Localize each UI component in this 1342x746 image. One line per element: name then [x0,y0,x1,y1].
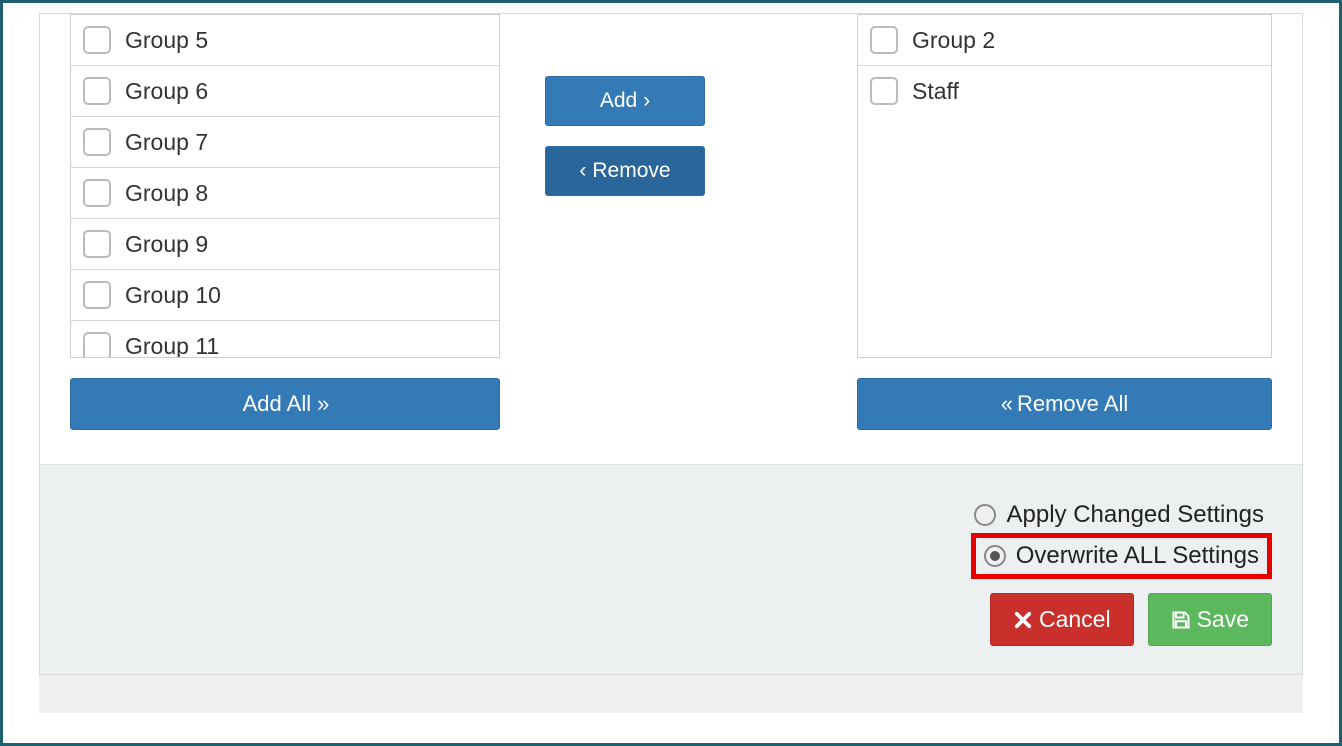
cancel-button[interactable]: Cancel [990,593,1134,646]
save-label: Save [1197,606,1249,633]
checkbox-icon[interactable] [870,26,898,54]
overwrite-all-radio[interactable]: Overwrite ALL Settings [971,533,1272,579]
close-icon [1013,610,1033,630]
chevron-right-icon: › [643,89,650,113]
remove-all-label: Remove All [1017,391,1128,417]
inner-panel: Group 5 Group 6 Group 7 Group 8 Group 9 Group… [39,13,1303,675]
checkbox-icon[interactable] [870,77,898,105]
checkbox-icon[interactable] [83,281,111,309]
list-item[interactable]: Group 2 [858,15,1271,66]
list-item[interactable]: Group 9 [71,219,499,270]
add-all-label: Add All [243,391,312,417]
overwrite-all-label: Overwrite ALL Settings [1016,542,1259,570]
apply-changed-label: Apply Changed Settings [1006,501,1264,529]
add-all-button[interactable]: Add All » [70,378,500,430]
radio-dot [980,510,990,520]
outer-panel: Group 5 Group 6 Group 7 Group 8 Group 9 Group… [39,13,1303,713]
radio-icon [984,545,1006,567]
list-item[interactable]: Staff [858,66,1271,116]
list-item[interactable]: Group 10 [71,270,499,321]
list-item-label: Group 10 [125,282,221,309]
list-item-label: Group 5 [125,27,208,54]
list-item-label: Staff [912,78,959,105]
list-item-label: Group 8 [125,180,208,207]
list-item-label: Group 11 [125,333,219,359]
list-item-label: Group 2 [912,27,995,54]
window-frame: Group 5 Group 6 Group 7 Group 8 Group 9 Group… [0,0,1342,746]
add-button[interactable]: Add › [545,76,705,126]
selected-column: Group 2 Staff « Remove All [857,14,1272,430]
list-item[interactable]: Group 6 [71,66,499,117]
remove-all-button[interactable]: « Remove All [857,378,1272,430]
action-row: Cancel Save [990,593,1272,646]
checkbox-icon[interactable] [83,128,111,156]
radio-dot-selected [990,551,1000,561]
transfer-buttons-column: Add › ‹ Remove [500,14,750,216]
save-button[interactable]: Save [1148,593,1272,646]
add-label: Add [600,89,637,113]
remove-label: Remove [592,159,670,183]
checkbox-icon[interactable] [83,179,111,207]
apply-changed-radio[interactable]: Apply Changed Settings [966,497,1272,533]
available-column: Group 5 Group 6 Group 7 Group 8 Group 9 Group… [70,14,500,430]
cancel-label: Cancel [1039,606,1111,633]
list-item[interactable]: Group 7 [71,117,499,168]
save-icon [1171,610,1191,630]
list-item-label: Group 6 [125,78,208,105]
checkbox-icon[interactable] [83,230,111,258]
list-item[interactable]: Group 11 [71,321,499,358]
list-item[interactable]: Group 5 [71,15,499,66]
available-listbox[interactable]: Group 5 Group 6 Group 7 Group 8 Group 9 Group… [70,14,500,358]
checkbox-icon[interactable] [83,77,111,105]
checkbox-icon[interactable] [83,26,111,54]
checkbox-icon[interactable] [83,332,111,358]
footer-bar: Apply Changed Settings Overwrite ALL Set… [40,464,1302,674]
chevron-left-icon: ‹ [579,159,586,183]
list-item-label: Group 9 [125,231,208,258]
double-chevron-left-icon: « [1001,391,1011,417]
radio-icon [974,504,996,526]
remove-button[interactable]: ‹ Remove [545,146,705,196]
selected-listbox[interactable]: Group 2 Staff [857,14,1272,358]
dual-list-area: Group 5 Group 6 Group 7 Group 8 Group 9 Group… [40,14,1302,430]
double-chevron-right-icon: » [317,391,327,417]
list-item[interactable]: Group 8 [71,168,499,219]
list-item-label: Group 7 [125,129,208,156]
